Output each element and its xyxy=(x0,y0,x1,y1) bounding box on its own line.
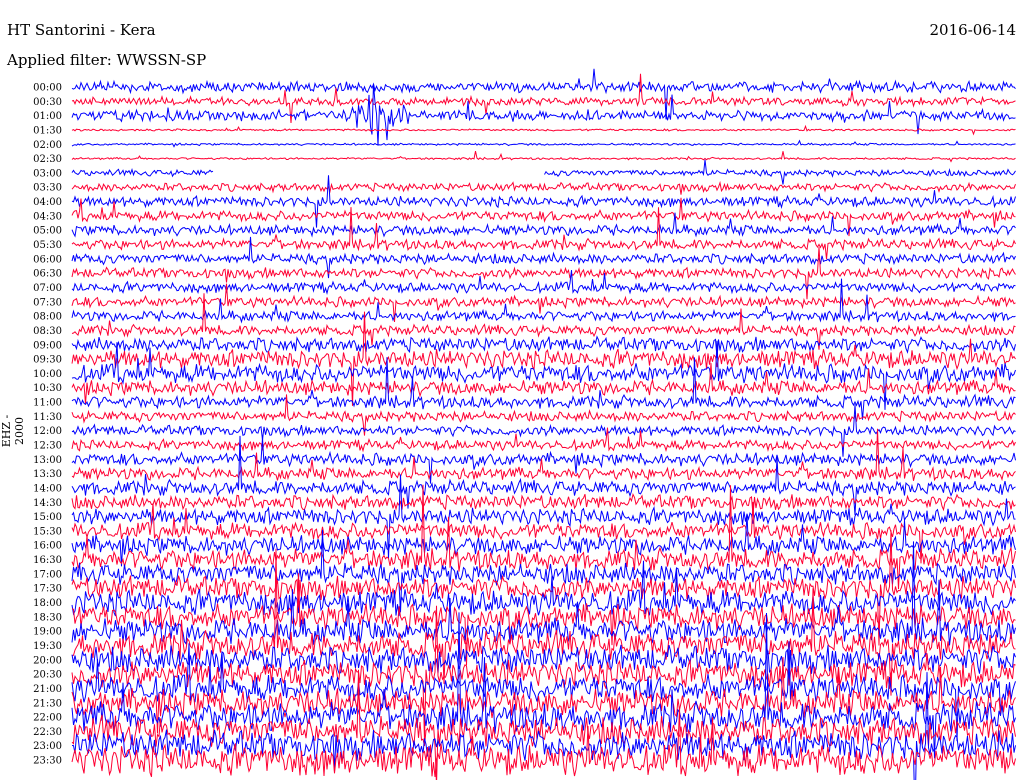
time-tick-label: 22:00 xyxy=(33,713,62,724)
time-tick-label: 02:30 xyxy=(33,154,62,165)
time-tick-label: 11:30 xyxy=(33,412,62,423)
time-tick-label: 10:30 xyxy=(33,383,62,394)
time-tick-label: 09:30 xyxy=(33,355,62,366)
time-tick-label: 00:00 xyxy=(33,83,62,94)
trace-line-0330 xyxy=(71,180,1016,195)
time-tick-label: 15:30 xyxy=(33,526,62,537)
time-tick-label: 06:30 xyxy=(33,269,62,280)
time-tick-label: 20:00 xyxy=(33,655,62,666)
time-tick-label: 14:00 xyxy=(33,483,62,494)
time-tick-label: 23:00 xyxy=(33,741,62,752)
time-tick-label: 13:30 xyxy=(33,469,62,480)
time-tick-label: 12:30 xyxy=(33,441,62,452)
time-tick-label: 08:30 xyxy=(33,326,62,337)
time-tick-label: 03:30 xyxy=(33,183,62,194)
trace-line-0630 xyxy=(71,246,1016,300)
trace-line-0300 xyxy=(71,159,1016,185)
time-tick-label: 10:00 xyxy=(33,369,62,380)
time-tick-label: 18:00 xyxy=(33,598,62,609)
time-tick-label: 01:00 xyxy=(33,111,62,122)
trace-line-0100 xyxy=(71,83,1016,146)
trace-line-0400 xyxy=(71,175,1016,228)
helicorder-plot: 00:00 00:30 01:00 01:30 02:00 02:30 03:00 03:30… xyxy=(33,68,1016,780)
time-tick-label: 15:00 xyxy=(33,512,62,523)
time-tick-label: 04:30 xyxy=(33,211,62,222)
time-tick-label: 13:00 xyxy=(33,455,62,466)
time-tick-label: 05:00 xyxy=(33,226,62,237)
trace-line-0900 xyxy=(71,335,1016,358)
trace-line-1800 xyxy=(71,560,1016,617)
time-tick-label: 11:00 xyxy=(33,398,62,409)
time-tick-label: 17:30 xyxy=(33,584,62,595)
time-tick-label: 21:00 xyxy=(33,684,62,695)
time-tick-label: 07:00 xyxy=(33,283,62,294)
trace-line-0230 xyxy=(71,150,1016,163)
time-tick-label: 00:30 xyxy=(33,97,62,108)
time-tick-label: 18:30 xyxy=(33,612,62,623)
time-tick-label: 16:30 xyxy=(33,555,62,566)
time-tick-label: 23:30 xyxy=(33,756,62,767)
time-tick-label: 19:00 xyxy=(33,627,62,638)
time-tick-label: 04:00 xyxy=(33,197,62,208)
time-tick-label: 03:00 xyxy=(33,168,62,179)
time-tick-label: 21:30 xyxy=(33,698,62,709)
time-tick-label: 01:30 xyxy=(33,125,62,136)
trace-line-1430 xyxy=(71,492,1016,516)
time-tick-label: 08:00 xyxy=(33,312,62,323)
time-tick-label: 16:00 xyxy=(33,541,62,552)
trace-line-1930 xyxy=(71,548,1016,696)
time-tick-label: 14:30 xyxy=(33,498,62,509)
time-tick-label: 07:30 xyxy=(33,297,62,308)
trace-line-1330 xyxy=(71,428,1016,482)
time-tick-label: 19:30 xyxy=(33,641,62,652)
trace-line-0130 xyxy=(71,124,1016,136)
time-tick-label: 02:00 xyxy=(33,140,62,151)
trace-line-1200 xyxy=(71,404,1016,457)
time-tick-label: 06:00 xyxy=(33,254,62,265)
time-tick-label: 09:00 xyxy=(33,340,62,351)
time-tick-label: 22:30 xyxy=(33,727,62,738)
time-tick-label: 05:30 xyxy=(33,240,62,251)
time-tick-label: 12:00 xyxy=(33,426,62,437)
trace-line-0200 xyxy=(71,139,1016,148)
trace-line-0000 xyxy=(71,68,1016,120)
time-tick-label: 17:00 xyxy=(33,569,62,580)
time-tick-label: 20:30 xyxy=(33,670,62,681)
